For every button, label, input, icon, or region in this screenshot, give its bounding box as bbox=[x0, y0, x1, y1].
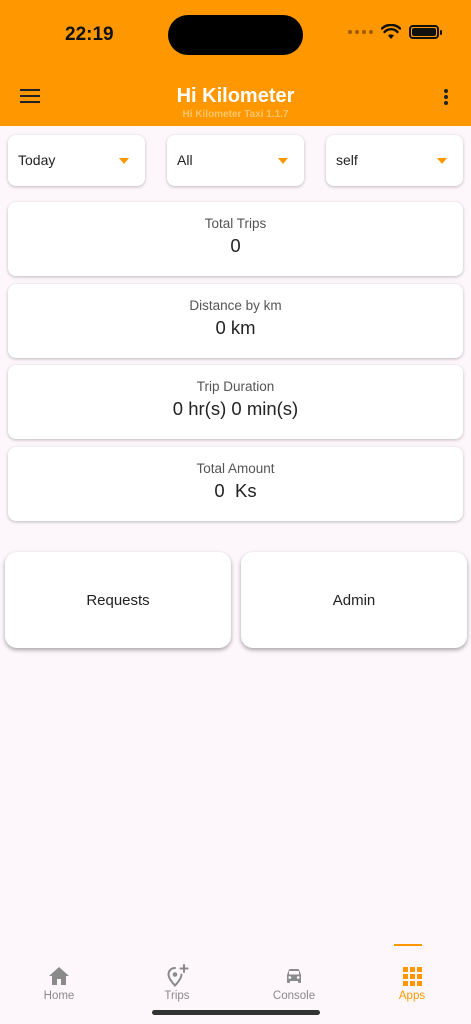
home-icon bbox=[49, 967, 69, 985]
battery-icon bbox=[409, 25, 442, 39]
chevron-down-icon bbox=[119, 158, 129, 164]
stat-label: Total Trips bbox=[204, 216, 267, 231]
nav-label: Home bbox=[43, 990, 75, 1002]
active-tab-indicator bbox=[394, 944, 422, 946]
nav-label: Trips bbox=[164, 990, 190, 1002]
more-vertical-icon[interactable] bbox=[443, 88, 449, 106]
requests-button[interactable]: Requests bbox=[5, 552, 231, 648]
app-title: Hi Kilometer bbox=[176, 85, 295, 107]
nav-item-console[interactable]: Console bbox=[235, 944, 353, 1014]
category-filter-dropdown[interactable]: All bbox=[167, 135, 304, 186]
car-icon bbox=[287, 969, 301, 983]
total-amount-card: Total Amount 0 Ks bbox=[8, 447, 463, 521]
filter-row: Today All self bbox=[8, 135, 463, 186]
status-time: 22:19 bbox=[65, 24, 114, 45]
nav-item-home[interactable]: Home bbox=[0, 944, 118, 1014]
trip-duration-card: Trip Duration 0 hr(s) 0 min(s) bbox=[8, 365, 463, 439]
stat-value: 0 bbox=[230, 235, 241, 256]
stat-value: 0 Ks bbox=[214, 480, 257, 501]
nav-label: Console bbox=[272, 990, 316, 1002]
wifi-icon bbox=[381, 24, 401, 39]
nav-label: Apps bbox=[398, 990, 426, 1002]
app-subtitle: Hi Kilometer Taxi 1.1.7 bbox=[182, 109, 289, 120]
stat-value: 0 hr(s) 0 min(s) bbox=[172, 398, 299, 419]
owner-filter-value: self bbox=[336, 152, 358, 168]
nav-item-apps[interactable]: Apps bbox=[353, 944, 471, 1014]
chevron-down-icon bbox=[437, 158, 447, 164]
stat-label: Distance by km bbox=[189, 298, 282, 313]
date-filter-value: Today bbox=[18, 152, 56, 168]
dynamic-island bbox=[168, 15, 303, 55]
category-filter-value: All bbox=[177, 152, 193, 168]
grid-icon bbox=[403, 967, 422, 986]
status-icons bbox=[348, 24, 442, 40]
admin-button[interactable]: Admin bbox=[241, 552, 467, 648]
app-bar: 22:19 Hi Kilometer Hi Kilometer Taxi 1.1… bbox=[0, 0, 471, 126]
distance-card: Distance by km 0 km bbox=[8, 284, 463, 358]
total-trips-card: Total Trips 0 bbox=[8, 202, 463, 276]
chevron-down-icon bbox=[278, 158, 288, 164]
stat-value: 0 km bbox=[215, 317, 256, 338]
home-indicator[interactable] bbox=[152, 1010, 320, 1015]
location-plus-icon bbox=[167, 964, 189, 987]
owner-filter-dropdown[interactable]: self bbox=[326, 135, 463, 186]
cellular-signal-icon bbox=[348, 30, 373, 34]
stat-label: Total Amount bbox=[196, 461, 275, 476]
stat-label: Trip Duration bbox=[196, 379, 275, 394]
date-filter-dropdown[interactable]: Today bbox=[8, 135, 145, 186]
nav-item-trips[interactable]: Trips bbox=[118, 944, 236, 1014]
